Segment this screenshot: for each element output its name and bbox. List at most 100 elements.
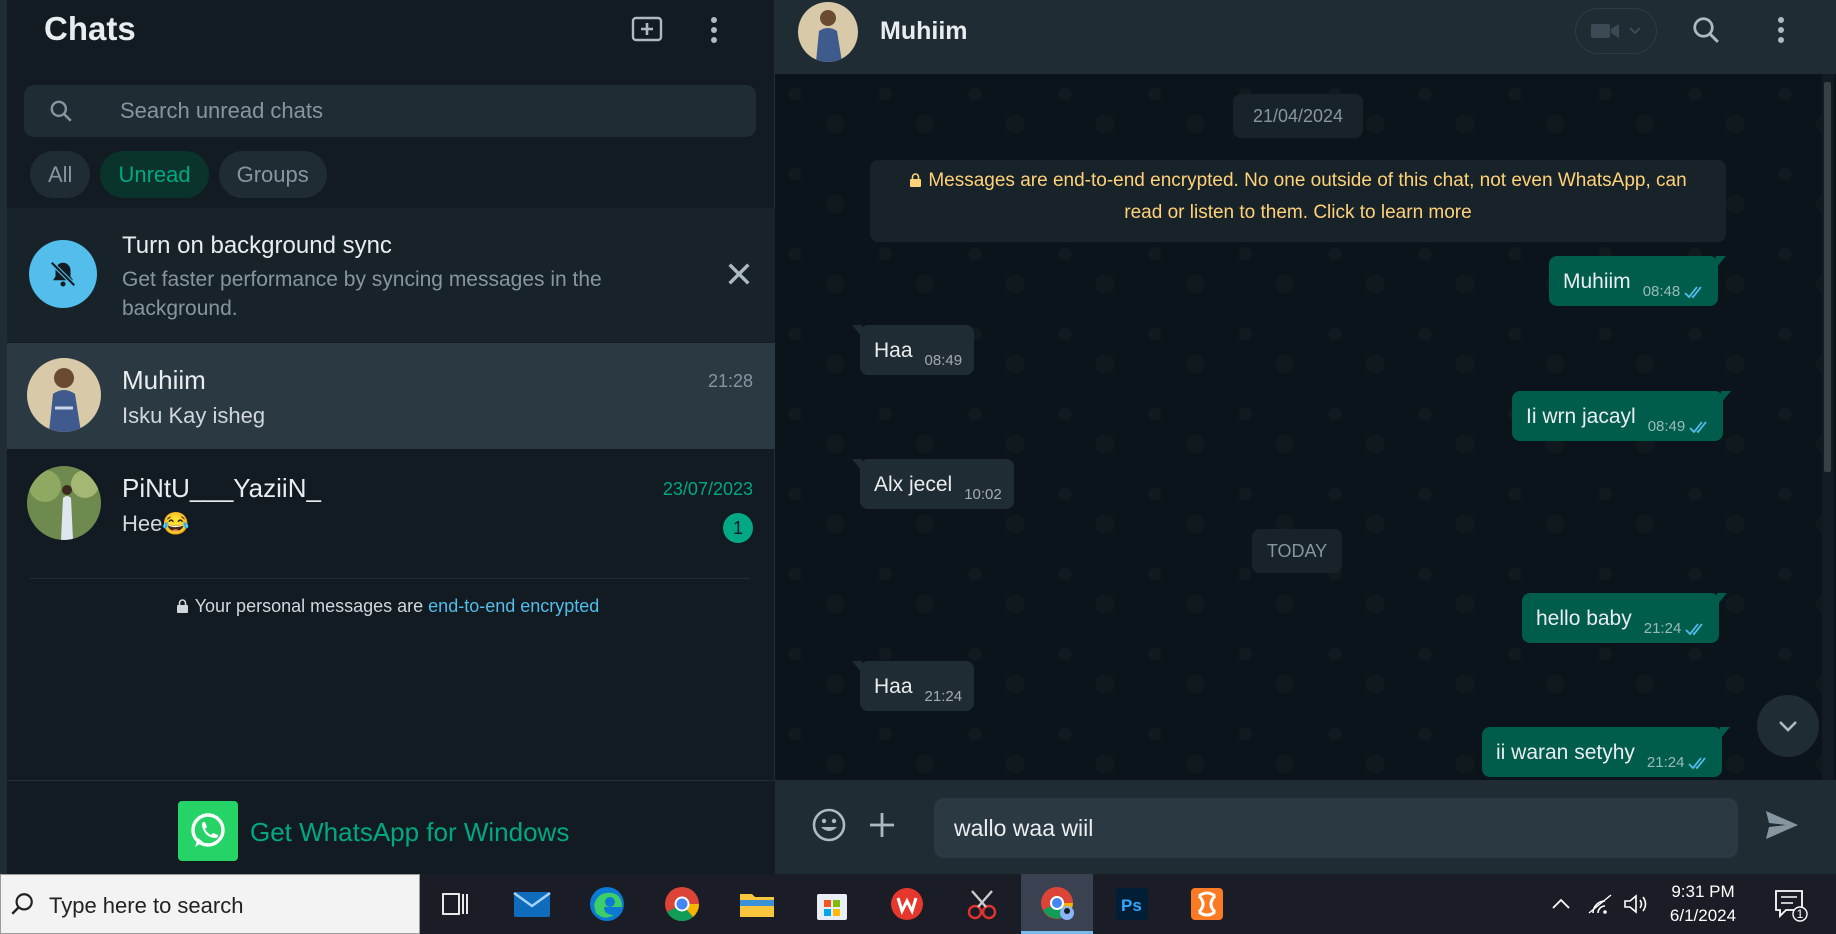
taskbar-search-box[interactable]: Type here to search — [0, 874, 420, 934]
edge-icon[interactable] — [571, 874, 643, 934]
close-icon[interactable] — [723, 258, 755, 290]
search-input[interactable] — [120, 85, 720, 137]
contact-name[interactable]: Muhiim — [880, 17, 968, 46]
clock-time: 9:31 PM — [1671, 882, 1735, 901]
wifi-icon[interactable] — [1582, 874, 1618, 934]
message-text: Muhiim — [1563, 270, 1631, 293]
double-check-icon — [1689, 421, 1707, 434]
chevron-down-icon — [1629, 27, 1641, 35]
message-text: Alx jecel — [874, 473, 953, 496]
message-time: 21:24 — [924, 688, 963, 705]
message-time: 10:02 — [964, 486, 1002, 503]
conversation-panel: Muhiim 21/04/2024 Messages are end-to-en… — [775, 0, 1836, 874]
sidebar-edge — [0, 0, 7, 874]
chat-preview: Hee😂 — [122, 511, 190, 536]
page-title: Chats — [44, 10, 136, 47]
microsoft-store-icon[interactable] — [796, 874, 868, 934]
chat-time: 23/07/2023 — [662, 479, 753, 499]
search-icon[interactable] — [1688, 12, 1724, 48]
double-check-icon — [1688, 757, 1707, 770]
chat-preview: Isku Kay isheg — [122, 403, 266, 428]
message-text: Haa — [874, 339, 913, 362]
message-bubble-outgoing[interactable]: Ii wrn jacayl 08:49 — [1512, 391, 1732, 441]
divider — [30, 578, 750, 579]
date-label: 21/04/2024 — [1233, 94, 1363, 138]
message-bubble-outgoing[interactable]: Muhiim 08:48 — [1549, 256, 1727, 306]
message-bubble-incoming[interactable]: Alx jecel 10:02 — [852, 459, 1014, 509]
lock-icon — [910, 173, 922, 187]
message-bubble-outgoing[interactable]: ii waran setyhy 21:24 — [1482, 727, 1731, 777]
emoji-icon[interactable] — [809, 805, 849, 845]
taskbar-search-placeholder: Type here to search — [49, 893, 244, 918]
double-check-icon — [1684, 286, 1702, 299]
scrollbar-thumb[interactable] — [1824, 82, 1831, 472]
unread-badge: 1 — [723, 513, 753, 543]
message-text: ii waran setyhy — [1496, 741, 1635, 764]
chrome-icon[interactable] — [646, 874, 718, 934]
message-text: hello baby — [1536, 607, 1632, 630]
message-time: 08:49 — [1647, 418, 1686, 435]
encryption-note-text: Your personal messages are — [194, 596, 429, 616]
message-list[interactable]: 21/04/2024 Messages are end-to-end encry… — [775, 74, 1836, 780]
filter-unread[interactable]: Unread — [100, 151, 209, 198]
message-text: Ii wrn jacayl — [1526, 405, 1636, 428]
search-icon — [50, 100, 72, 122]
chevron-down-icon — [1779, 721, 1797, 732]
more-vertical-icon[interactable] — [1763, 12, 1799, 48]
encryption-system-message[interactable]: Messages are end-to-end encrypted. No on… — [870, 160, 1726, 242]
show-hidden-icons-chevron-up-icon[interactable] — [1542, 874, 1580, 934]
chat-time: 21:28 — [707, 371, 753, 391]
avatar[interactable] — [798, 2, 858, 62]
message-time: 08:49 — [924, 352, 963, 369]
sync-banner-title: Turn on background sync — [122, 232, 392, 259]
message-time: 21:24 — [1646, 754, 1685, 771]
background-sync-banner[interactable]: Turn on background sync Get faster perfo… — [7, 208, 775, 342]
file-explorer-icon[interactable] — [721, 874, 793, 934]
chat-filters: All Unread Groups — [30, 151, 327, 198]
chat-list-item[interactable]: PiNtU___YaziiN_ Hee😂 23/07/2023 1 — [7, 451, 775, 557]
message-bubble-outgoing[interactable]: hello baby 21:24 — [1522, 593, 1728, 643]
notification-center-icon[interactable]: 1 — [1772, 886, 1808, 922]
get-app-link[interactable]: Get WhatsApp for Windows — [250, 817, 569, 848]
mail-icon[interactable] — [496, 874, 568, 934]
scroll-to-bottom-button[interactable] — [1757, 695, 1819, 757]
wps-office-icon[interactable] — [871, 874, 943, 934]
bell-off-icon — [29, 240, 97, 308]
filter-groups[interactable]: Groups — [218, 151, 327, 198]
photoshop-icon[interactable]: Ps — [1096, 874, 1168, 934]
message-input[interactable] — [934, 798, 1738, 858]
video-call-button[interactable] — [1575, 8, 1657, 54]
chat-name: PiNtU___YaziiN_ — [122, 473, 321, 503]
conversation-header[interactable]: Muhiim — [775, 0, 1836, 74]
search-bar[interactable] — [24, 85, 756, 137]
system-message-text: Messages are end-to-end encrypted. No on… — [928, 170, 1687, 223]
get-app-bar[interactable]: Get WhatsApp for Windows — [7, 780, 775, 874]
chat-list-panel: Chats All Unread Groups Turn on backgrou… — [0, 0, 775, 874]
sync-banner-description: Get faster performance by syncing messag… — [122, 268, 602, 320]
message-time: 21:24 — [1643, 620, 1682, 637]
new-chat-icon[interactable] — [629, 12, 665, 48]
volume-icon[interactable] — [1618, 874, 1654, 934]
more-vertical-icon[interactable] — [696, 12, 732, 48]
attach-plus-icon[interactable] — [862, 805, 902, 845]
snipping-tool-icon[interactable] — [946, 874, 1018, 934]
chat-list-item[interactable]: Muhiim Isku Kay isheg 21:28 — [7, 343, 775, 449]
clock-date: 6/1/2024 — [1669, 906, 1737, 925]
filter-all[interactable]: All — [30, 151, 91, 198]
encryption-link[interactable]: end-to-end encrypted — [428, 596, 599, 616]
avatar — [27, 466, 101, 540]
message-input-box[interactable] — [934, 798, 1738, 858]
video-camera-icon — [1591, 24, 1619, 38]
notification-count: 1 — [1796, 907, 1804, 921]
message-composer — [775, 780, 1836, 874]
send-icon[interactable] — [1762, 805, 1802, 845]
chat-name: Muhiim — [122, 365, 206, 395]
chrome-active-icon[interactable] — [1021, 874, 1093, 934]
xampp-icon[interactable] — [1171, 874, 1243, 934]
whatsapp-logo-icon — [178, 801, 238, 861]
message-bubble-incoming[interactable]: Haa 21:24 — [852, 661, 975, 711]
system-clock[interactable]: 9:31 PM 6/1/2024 — [1662, 880, 1744, 928]
search-icon — [11, 893, 33, 915]
task-view-icon[interactable] — [420, 874, 492, 934]
message-bubble-incoming[interactable]: Haa 08:49 — [852, 325, 975, 375]
